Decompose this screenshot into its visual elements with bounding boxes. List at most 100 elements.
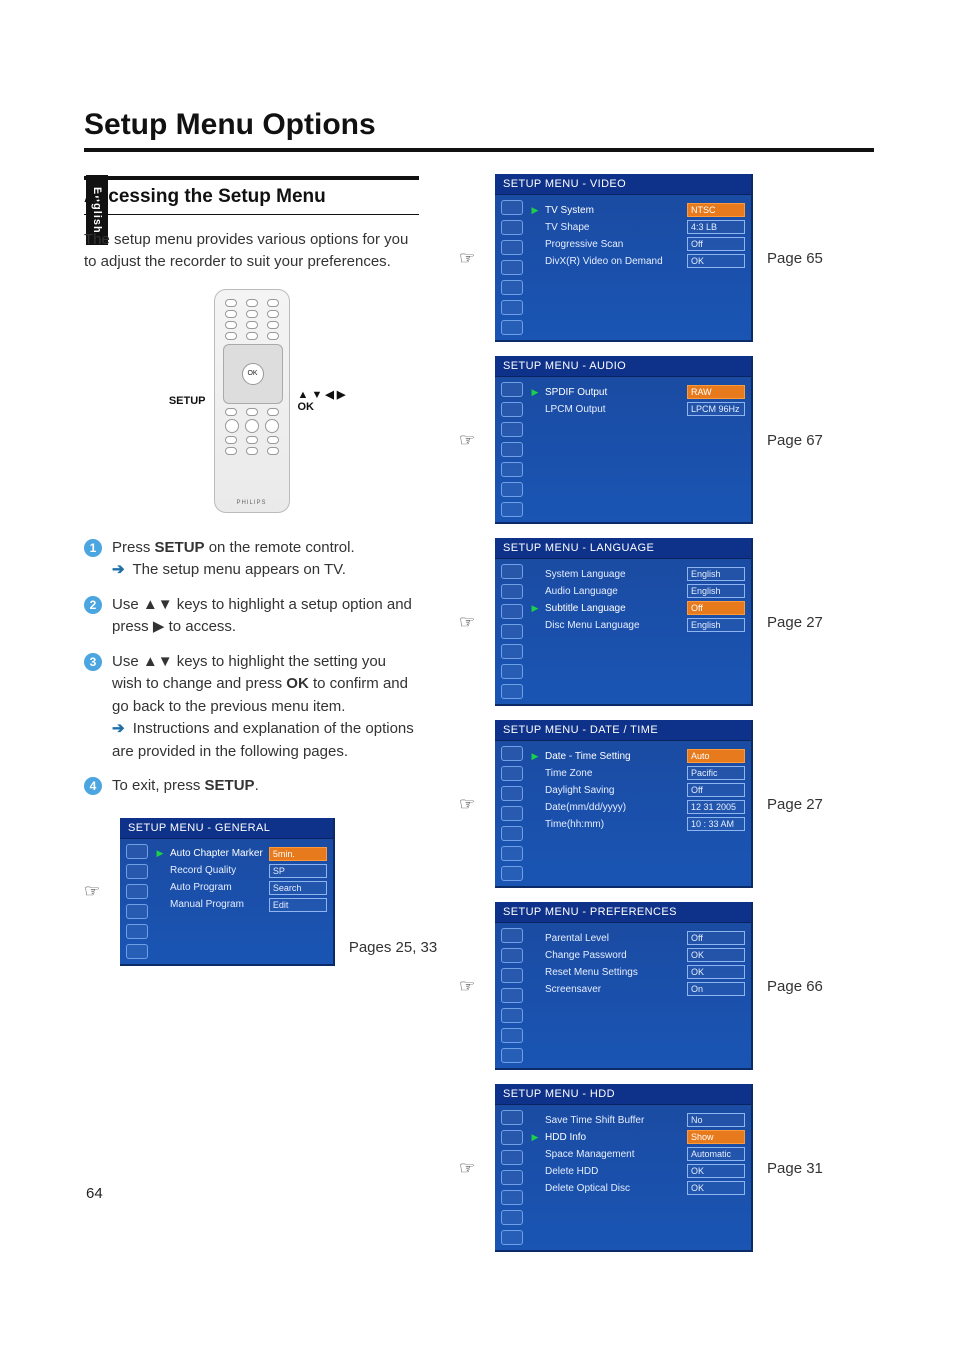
menu-icon-column bbox=[495, 1105, 529, 1250]
menu-row-label: Date - Time Setting bbox=[545, 751, 681, 762]
menu-tab-icon bbox=[501, 240, 523, 255]
pointer-icon: ☞ bbox=[459, 1158, 481, 1179]
remote-label-ok: OK bbox=[298, 401, 353, 413]
menu-tab-icon bbox=[501, 766, 523, 781]
step-text: Press SETUP on the remote control.➔ The … bbox=[112, 537, 355, 582]
pointer-icon: ☞ bbox=[459, 976, 481, 997]
menu-row-value: Search bbox=[269, 881, 327, 895]
menu-row-label: LPCM Output bbox=[545, 404, 681, 415]
menu-row-label: Delete Optical Disc bbox=[545, 1183, 681, 1194]
menu-row-label: Record Quality bbox=[170, 865, 263, 876]
menu-rows: ▶ SPDIF Output RAW LPCM Output LPCM 96Hz bbox=[529, 377, 751, 522]
menu-row-label: Disc Menu Language bbox=[545, 620, 681, 631]
menu-tab-icon bbox=[501, 1028, 523, 1043]
menu-tab-icon bbox=[501, 260, 523, 275]
menu-row: Change Password OK bbox=[531, 948, 745, 962]
menu-row: ▶ Auto Chapter Marker 5min. bbox=[156, 847, 327, 861]
menu-rows: Parental Level Off Change Password OK Re… bbox=[529, 923, 751, 1068]
steps-list: 1Press SETUP on the remote control.➔ The… bbox=[84, 537, 419, 798]
page-ref-hdd: Page 31 bbox=[767, 1160, 823, 1177]
menu-row-value: Off bbox=[687, 601, 745, 615]
menu-tab-icon bbox=[501, 1230, 523, 1245]
menu-tab-icon bbox=[501, 644, 523, 659]
setup-menu-language: SETUP MENU - LANGUAGE System Language En… bbox=[495, 538, 753, 706]
menu-tab-icon bbox=[501, 846, 523, 861]
menu-row-label: Change Password bbox=[545, 950, 681, 961]
menu-header: SETUP MENU - PREFERENCES bbox=[495, 902, 751, 923]
menu-tab-icon bbox=[501, 1150, 523, 1165]
menu-row: Parental Level Off bbox=[531, 931, 745, 945]
menu-tab-icon bbox=[501, 200, 523, 215]
menu-tab-icon bbox=[126, 864, 148, 879]
remote-label-setup: SETUP bbox=[151, 395, 206, 407]
menu-tab-icon bbox=[501, 564, 523, 579]
menu-row-value: OK bbox=[687, 965, 745, 979]
menu-row: System Language English bbox=[531, 567, 745, 581]
menu-tab-icon bbox=[501, 422, 523, 437]
menu-tab-icon bbox=[501, 826, 523, 841]
menu-row-value: Off bbox=[687, 931, 745, 945]
menu-tab-icon bbox=[501, 402, 523, 417]
menu-row-value: Pacific bbox=[687, 766, 745, 780]
menu-row: TV Shape 4:3 LB bbox=[531, 220, 745, 234]
menu-tab-icon bbox=[126, 884, 148, 899]
page-ref-datetime: Page 27 bbox=[767, 796, 823, 813]
remote-brand: PHILIPS bbox=[215, 500, 289, 506]
menu-header: SETUP MENU - HDD bbox=[495, 1084, 751, 1105]
menu-row-label: Space Management bbox=[545, 1149, 681, 1160]
menu-row-value: OK bbox=[687, 254, 745, 268]
remote-label-arrows: ▲ ▼ ◀ ▶ bbox=[298, 388, 353, 401]
menu-tab-icon bbox=[501, 684, 523, 699]
menu-icon-column bbox=[495, 559, 529, 704]
menu-icon-column bbox=[120, 839, 154, 964]
page-ref-video: Page 65 bbox=[767, 250, 823, 267]
menu-row-value: Off bbox=[687, 237, 745, 251]
menu-tab-icon bbox=[501, 604, 523, 619]
menu-icon-column bbox=[495, 923, 529, 1068]
menu-row-label: SPDIF Output bbox=[545, 387, 681, 398]
page-ref-language: Page 27 bbox=[767, 614, 823, 631]
page-ref-preferences: Page 66 bbox=[767, 978, 823, 995]
pointer-icon: ☞ bbox=[84, 881, 106, 902]
menu-tab-icon bbox=[501, 988, 523, 1003]
menu-tab-icon bbox=[501, 746, 523, 761]
step-item: 2 Use ▲▼ keys to highlight a setup option… bbox=[84, 594, 419, 639]
menu-tab-icon bbox=[501, 300, 523, 315]
step-number-badge: 2 bbox=[84, 596, 102, 614]
menu-row-caret-icon: ▶ bbox=[531, 205, 539, 216]
menu-row-value: OK bbox=[687, 1164, 745, 1178]
menu-row: ▶ Date - Time Setting Auto bbox=[531, 749, 745, 763]
menu-header: SETUP MENU - GENERAL bbox=[120, 818, 333, 839]
menu-tab-icon bbox=[126, 844, 148, 859]
page-ref-general: Pages 25, 33 bbox=[349, 939, 437, 966]
menu-row: Disc Menu Language English bbox=[531, 618, 745, 632]
setup-menu-preferences: SETUP MENU - PREFERENCES Parental Level … bbox=[495, 902, 753, 1070]
right-column: ☞ SETUP MENU - VIDEO ▶ TV System NTSC TV… bbox=[459, 170, 854, 1266]
menu-row-value: Auto bbox=[687, 749, 745, 763]
menu-row-value: Edit bbox=[269, 898, 327, 912]
menu-row-label: DivX(R) Video on Demand bbox=[545, 256, 681, 267]
menu-row-label: Screensaver bbox=[545, 984, 681, 995]
menu-row-value: 5min. bbox=[269, 847, 327, 861]
menu-header: SETUP MENU - VIDEO bbox=[495, 174, 751, 195]
menu-row-value: Off bbox=[687, 783, 745, 797]
menu-tab-icon bbox=[501, 1210, 523, 1225]
menu-row-caret-icon: ▶ bbox=[531, 603, 539, 614]
menu-tab-icon bbox=[126, 924, 148, 939]
menu-row: Delete HDD OK bbox=[531, 1164, 745, 1178]
menu-row-label: Reset Menu Settings bbox=[545, 967, 681, 978]
section-heading: Accessing the Setup Menu bbox=[84, 176, 419, 215]
menu-row: Date(mm/dd/yyyy) 12 31 2005 bbox=[531, 800, 745, 814]
step-text: Use ▲▼ keys to highlight a setup option … bbox=[112, 594, 419, 639]
menu-row-value: English bbox=[687, 618, 745, 632]
menu-row-value: On bbox=[687, 982, 745, 996]
menu-tab-icon bbox=[501, 220, 523, 235]
menu-tab-icon bbox=[501, 866, 523, 881]
menu-row-value: Show bbox=[687, 1130, 745, 1144]
menu-tab-icon bbox=[501, 320, 523, 335]
menu-row-label: Daylight Saving bbox=[545, 785, 681, 796]
menu-row-value: Automatic bbox=[687, 1147, 745, 1161]
menu-tab-icon bbox=[501, 968, 523, 983]
menu-row-value: English bbox=[687, 567, 745, 581]
menu-tab-icon bbox=[501, 280, 523, 295]
